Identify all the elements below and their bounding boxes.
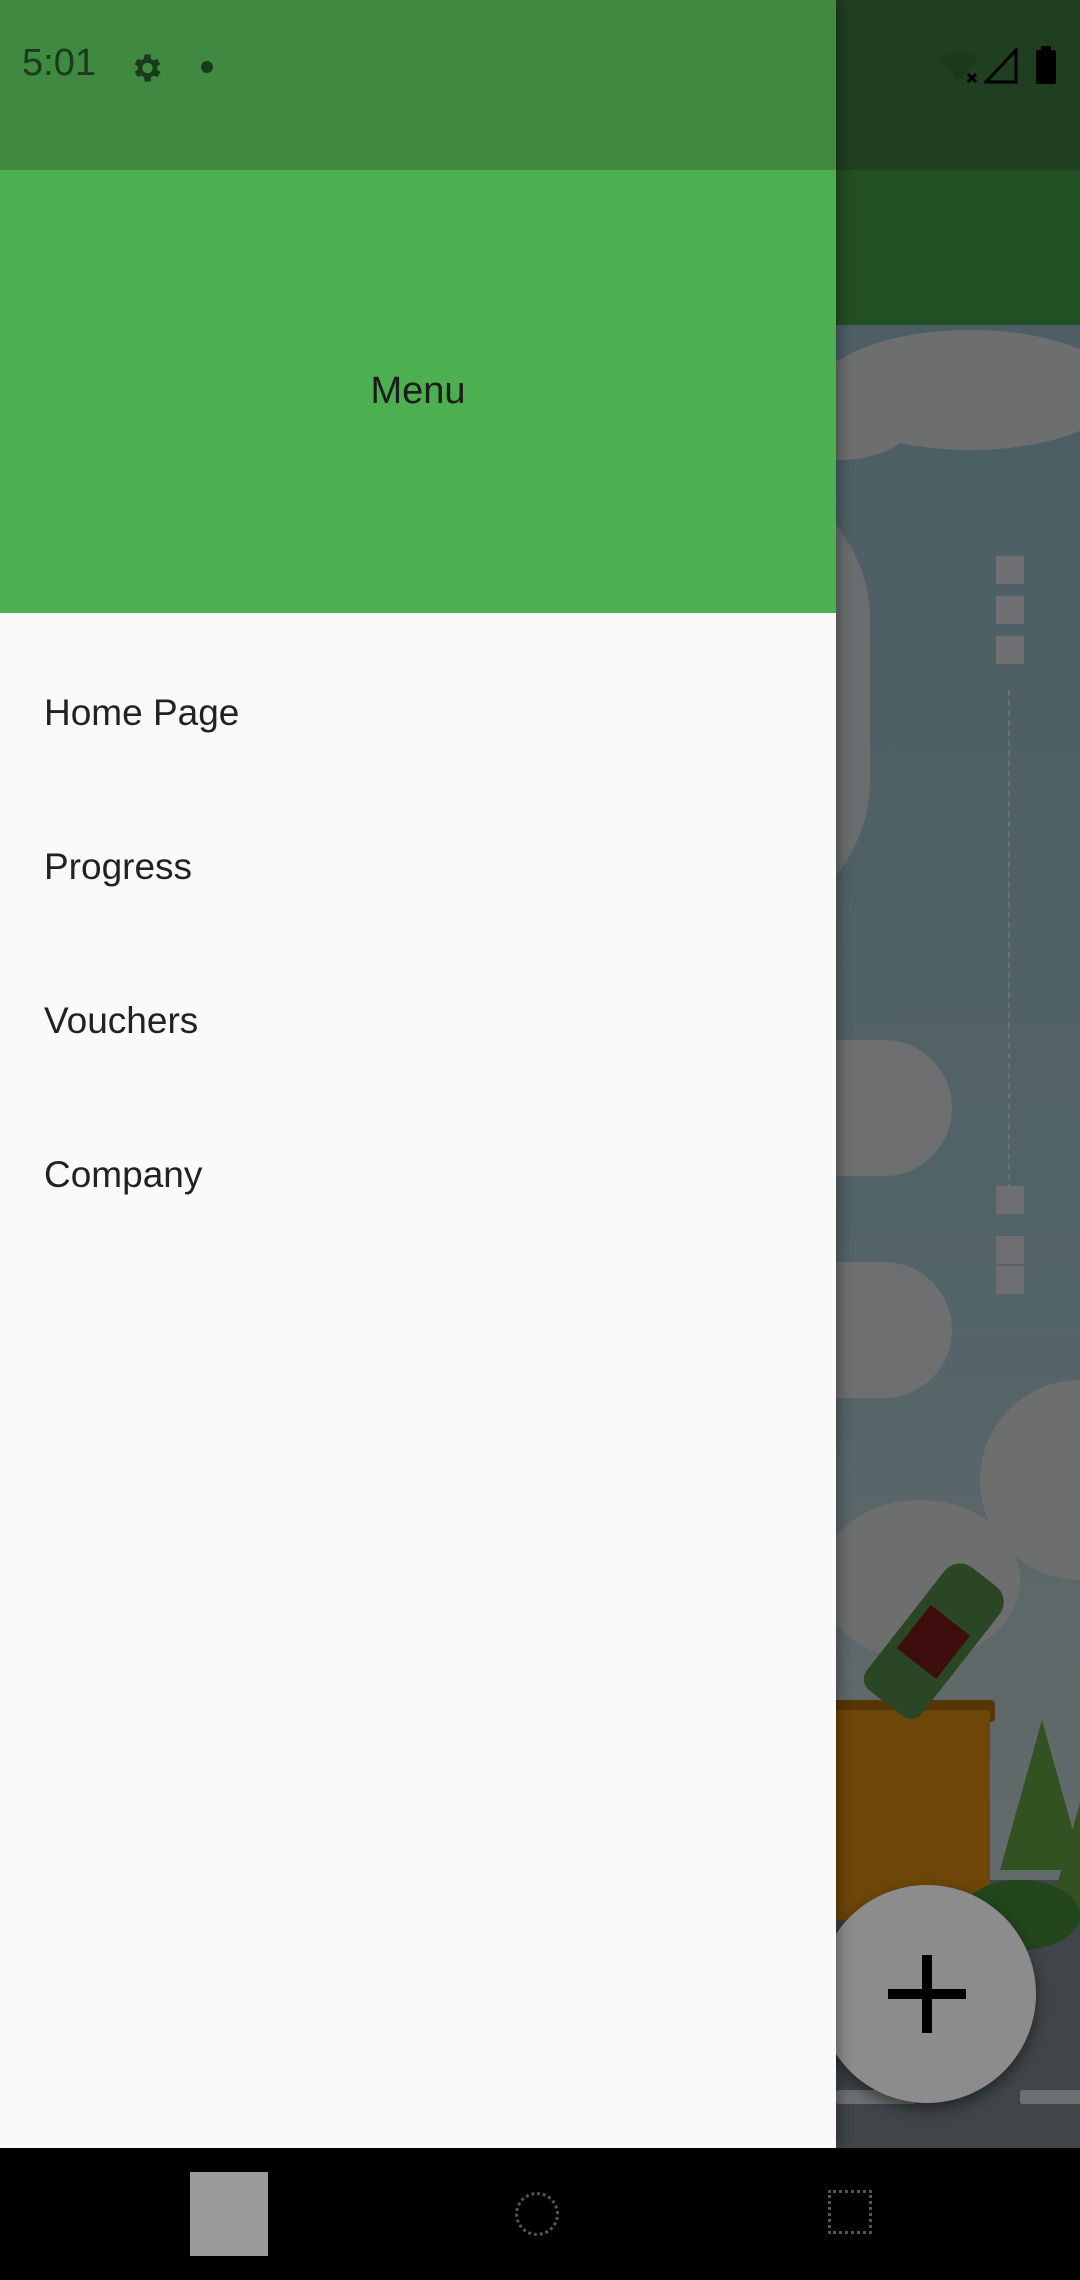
- navigation-drawer: Menu 5:01 Home Page Progress Vouchers Co…: [0, 0, 836, 2148]
- drawer-menu: Home Page Progress Vouchers Company: [0, 613, 836, 1229]
- wifi-off-icon: [940, 51, 978, 84]
- back-icon[interactable]: [190, 2172, 268, 2256]
- menu-item-label: Vouchers: [44, 1000, 199, 1041]
- status-bar: 5:01: [0, 0, 836, 170]
- menu-item-company[interactable]: Company: [0, 1075, 836, 1229]
- cell-signal-icon: [984, 48, 1018, 84]
- notification-dot-icon: [201, 61, 213, 73]
- menu-item-label: Company: [44, 1154, 203, 1195]
- drawer-header-title: Menu: [370, 370, 466, 412]
- menu-item-progress[interactable]: Progress: [0, 767, 836, 921]
- recents-icon[interactable]: [828, 2190, 872, 2234]
- menu-item-vouchers[interactable]: Vouchers: [0, 921, 836, 1075]
- menu-item-label: Home Page: [44, 692, 240, 733]
- home-icon[interactable]: [515, 2192, 559, 2236]
- menu-item-label: Progress: [44, 846, 193, 887]
- status-bar-right: [836, 0, 1080, 170]
- status-time: 5:01: [22, 42, 96, 84]
- gear-icon: [134, 54, 161, 82]
- battery-icon: [1036, 46, 1056, 84]
- menu-item-home-page[interactable]: Home Page: [0, 613, 836, 767]
- add-fab-button[interactable]: [818, 1885, 1036, 2103]
